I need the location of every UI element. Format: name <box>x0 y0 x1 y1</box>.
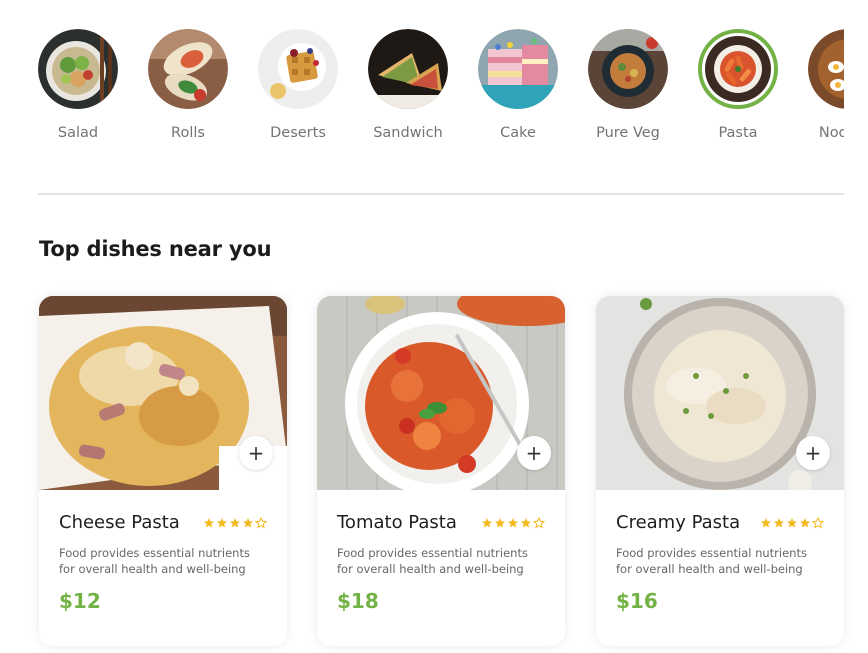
category-label: Cake <box>500 125 536 141</box>
category-label: Rolls <box>171 125 205 141</box>
category-noodles[interactable]: Noodles <box>808 29 844 141</box>
dish-price: $18 <box>337 589 379 613</box>
star-filled-icon <box>521 517 531 527</box>
star-filled-icon <box>508 517 518 527</box>
dish-image: + <box>39 296 287 490</box>
dish-name-row: Cheese Pasta <box>59 512 267 533</box>
star-filled-icon <box>482 517 492 527</box>
dish-info: Cheese Pasta Food provides essential nut… <box>39 490 287 613</box>
star-empty-icon <box>255 516 267 528</box>
dish-name: Tomato Pasta <box>337 512 457 533</box>
star-filled-icon <box>230 517 240 527</box>
category-salad[interactable]: Salad <box>38 29 118 141</box>
dish-card-tomato-pasta[interactable]: + Tomato Pasta Food provides essential n… <box>317 296 565 646</box>
section-divider <box>38 193 844 195</box>
star-rating <box>760 516 824 529</box>
category-sandwich-image <box>368 29 448 109</box>
category-pure-veg-image <box>588 29 668 109</box>
category-pure-veg[interactable]: Pure Veg <box>588 29 668 141</box>
dish-card-creamy-pasta[interactable]: + Creamy Pasta Food provides essential n… <box>596 296 844 646</box>
star-rating <box>203 516 267 529</box>
dish-info: Tomato Pasta Food provides essential nut… <box>317 490 565 613</box>
add-to-cart-button[interactable]: + <box>796 436 830 470</box>
category-deserts[interactable]: Deserts <box>258 29 338 141</box>
star-rating <box>481 516 545 529</box>
category-label: Salad <box>57 125 99 141</box>
dish-name-row: Tomato Pasta <box>337 512 545 533</box>
star-filled-icon <box>243 517 253 527</box>
dish-price: $12 <box>59 589 101 613</box>
category-rolls[interactable]: Rolls <box>148 29 228 141</box>
star-filled-icon <box>800 517 810 527</box>
category-sandwich[interactable]: Sandwich <box>368 29 448 141</box>
dish-description: Food provides essential nutrients for ov… <box>337 546 528 576</box>
category-strip: Salad Rolls Deserts Sandwich Cake Pure V… <box>38 29 844 149</box>
add-to-cart-button[interactable]: + <box>239 436 273 470</box>
dish-card-cheese-pasta[interactable]: + Cheese Pasta Food provides essential n… <box>39 296 287 646</box>
category-rolls-image <box>148 29 228 109</box>
dish-price: $16 <box>616 589 658 613</box>
dish-image: + <box>596 296 844 490</box>
star-empty-icon <box>533 516 545 528</box>
dish-name: Creamy Pasta <box>616 512 741 533</box>
add-to-cart-button[interactable]: + <box>517 436 551 470</box>
category-pasta-image <box>698 29 778 109</box>
star-filled-icon <box>204 517 214 527</box>
dish-image: + <box>317 296 565 490</box>
category-label: Sandwich <box>373 125 443 141</box>
category-label: Noodles <box>818 125 844 141</box>
star-filled-icon <box>774 517 784 527</box>
dish-description: Food provides essential nutrients for ov… <box>616 546 807 576</box>
dish-description: Food provides essential nutrients for ov… <box>59 546 250 576</box>
category-label: Pure Veg <box>596 125 660 141</box>
star-filled-icon <box>787 517 797 527</box>
category-label: Deserts <box>270 125 326 141</box>
category-pasta[interactable]: Pasta <box>698 29 778 141</box>
category-cake[interactable]: Cake <box>478 29 558 141</box>
category-deserts-image <box>258 29 338 109</box>
star-empty-icon <box>812 516 824 528</box>
category-noodles-image <box>808 29 844 109</box>
food-menu-page: Salad Rolls Deserts Sandwich Cake Pure V… <box>0 0 868 653</box>
category-cake-image <box>478 29 558 109</box>
category-label: Pasta <box>718 125 758 141</box>
dish-info: Creamy Pasta Food provides essential nut… <box>596 490 844 613</box>
star-filled-icon <box>217 517 227 527</box>
dish-name: Cheese Pasta <box>59 512 180 533</box>
category-salad-image <box>38 29 118 109</box>
star-filled-icon <box>495 517 505 527</box>
section-title: Top dishes near you <box>39 237 272 261</box>
star-filled-icon <box>761 517 771 527</box>
dish-name-row: Creamy Pasta <box>616 512 824 533</box>
